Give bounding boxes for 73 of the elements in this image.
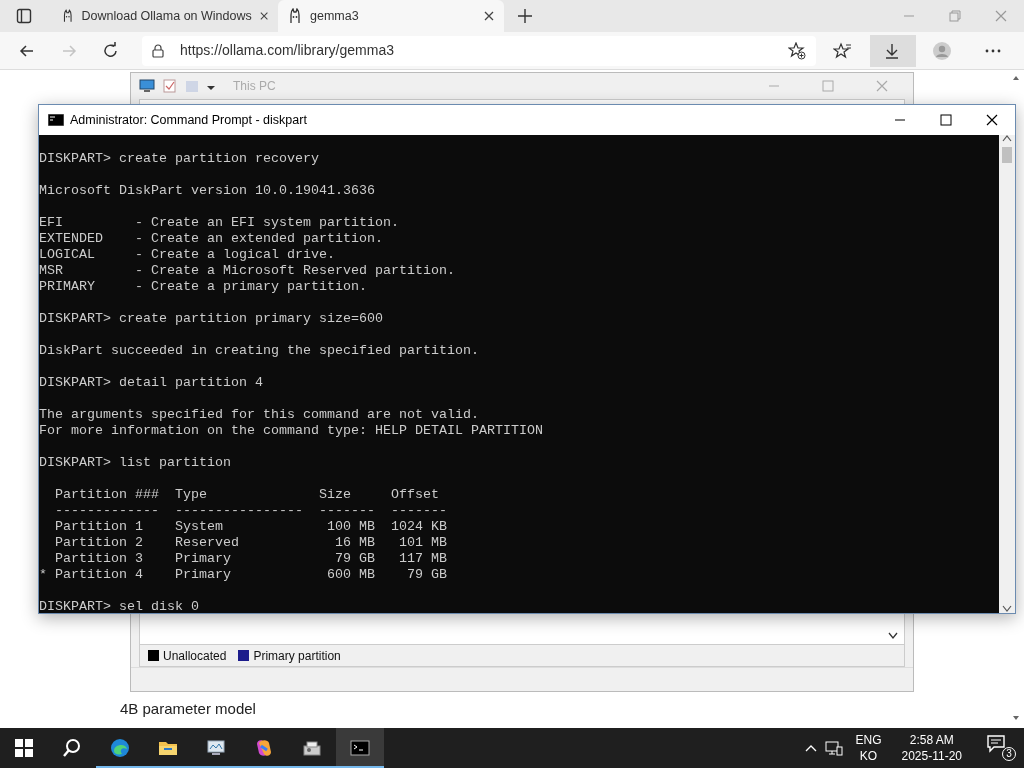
monitor-icon bbox=[206, 738, 226, 758]
console-line: MSR - Create a Microsoft Reserved partition. bbox=[39, 263, 456, 279]
console-line: ------------- ---------------- ------- ------- bbox=[54, 503, 448, 519]
tab-title: Download Ollama on Windows bbox=[81, 7, 252, 25]
console-line: DISKPART> create partition recovery bbox=[39, 151, 320, 167]
notification-count: 3 bbox=[1002, 747, 1016, 761]
toolbox-icon bbox=[302, 738, 322, 758]
close-icon[interactable] bbox=[259, 11, 268, 21]
scrollbar-arrow-icon bbox=[1012, 74, 1020, 82]
console-line: Microsoft DiskPart version 10.0.19041.3636 bbox=[39, 183, 376, 199]
new-tab-icon[interactable] bbox=[518, 9, 532, 23]
favorites-icon bbox=[833, 41, 853, 60]
console-line: PRIMARY - Create a primary partition. bbox=[39, 279, 368, 295]
language-indicator[interactable]: ENG bbox=[855, 732, 882, 748]
clock-time[interactable]: 2:58 AM bbox=[901, 732, 962, 748]
profile-icon bbox=[933, 41, 953, 60]
download-button[interactable] bbox=[870, 34, 916, 67]
address-bar[interactable]: https://ollama.com/library/gemma3 bbox=[142, 35, 816, 66]
console-line: EFI - Create an EFI system partition. bbox=[39, 215, 400, 231]
scroll-down-icon bbox=[1002, 605, 1012, 613]
page-text: 4B parameter model bbox=[120, 699, 256, 719]
computer-icon bbox=[139, 79, 155, 93]
maximize-icon bbox=[940, 114, 952, 126]
scroll-down-icon[interactable] bbox=[888, 632, 898, 640]
console-line: The arguments specified for this command are not valid. bbox=[39, 407, 480, 423]
terminal-icon bbox=[350, 738, 370, 758]
llama-icon bbox=[62, 8, 74, 24]
legend-label: Primary partition bbox=[253, 647, 341, 665]
properties-icon bbox=[163, 79, 177, 93]
search-icon bbox=[62, 738, 82, 758]
console-line: For more information on the command type: HELP DETAIL PARTITION bbox=[39, 423, 544, 439]
console-line: DISKPART> list partition bbox=[39, 455, 232, 471]
refresh-icon bbox=[102, 41, 120, 60]
close-icon bbox=[986, 114, 998, 126]
taskbar-button[interactable] bbox=[336, 728, 384, 768]
chevron-up-icon[interactable] bbox=[805, 744, 818, 752]
console-line: Partition 1 System 100 MB 1024 KB bbox=[54, 519, 448, 535]
tab-actions-icon[interactable] bbox=[16, 8, 32, 24]
llama-icon bbox=[288, 8, 302, 24]
notification-button[interactable]: 3 bbox=[986, 733, 1016, 763]
console-line: DISKPART> create partition primary size=600 bbox=[39, 311, 384, 327]
browser-icon bbox=[110, 738, 130, 758]
copilot-icon bbox=[254, 738, 274, 758]
windows-logo-icon bbox=[14, 738, 34, 758]
console-line: DISKPART> sel disk 0 bbox=[39, 599, 200, 613]
console-line: DISKPART> detail partition 4 bbox=[39, 375, 264, 391]
window-title: Administrator: Command Prompt - diskpart bbox=[70, 111, 307, 129]
lock-icon bbox=[152, 43, 164, 58]
console-line: Partition 3 Primary 79 GB 117 MB bbox=[54, 551, 448, 567]
close-icon[interactable] bbox=[484, 11, 494, 21]
notification-icon bbox=[986, 733, 1006, 753]
scroll-thumb[interactable] bbox=[1002, 147, 1012, 163]
browser-tab[interactable]: gemma3 bbox=[278, 0, 504, 32]
console-line: LOGICAL - Create a logical drive. bbox=[39, 247, 336, 263]
console-line: * Partition 4 Primary 600 MB 79 GB bbox=[39, 567, 448, 583]
favorite-add-icon[interactable] bbox=[788, 41, 806, 60]
console-line: Partition ### Type Size Offset bbox=[54, 487, 440, 503]
legend-label: Unallocated bbox=[163, 647, 227, 665]
scrollbar-arrow-icon bbox=[1012, 714, 1020, 722]
console-line: EXTENDED - Create an extended partition. bbox=[39, 231, 384, 247]
console-line: DiskPart succeeded in creating the specified partition. bbox=[39, 343, 480, 359]
window-title: This PC bbox=[233, 78, 276, 95]
more-icon bbox=[985, 48, 1001, 53]
console-icon bbox=[48, 114, 64, 126]
console-line: Partition 2 Reserved 16 MB 101 MB bbox=[54, 535, 448, 551]
clock-date[interactable]: 2025-11-20 bbox=[901, 748, 962, 764]
browser-tab[interactable]: Download Ollama on Windows bbox=[52, 0, 278, 32]
scrollbar[interactable] bbox=[999, 135, 1015, 613]
tab-title: gemma3 bbox=[310, 7, 360, 25]
url-text: https://ollama.com/library/gemma3 bbox=[180, 41, 395, 60]
scroll-up-icon bbox=[1002, 135, 1012, 143]
ime-indicator[interactable]: KO bbox=[855, 748, 882, 764]
network-icon[interactable] bbox=[825, 740, 844, 756]
